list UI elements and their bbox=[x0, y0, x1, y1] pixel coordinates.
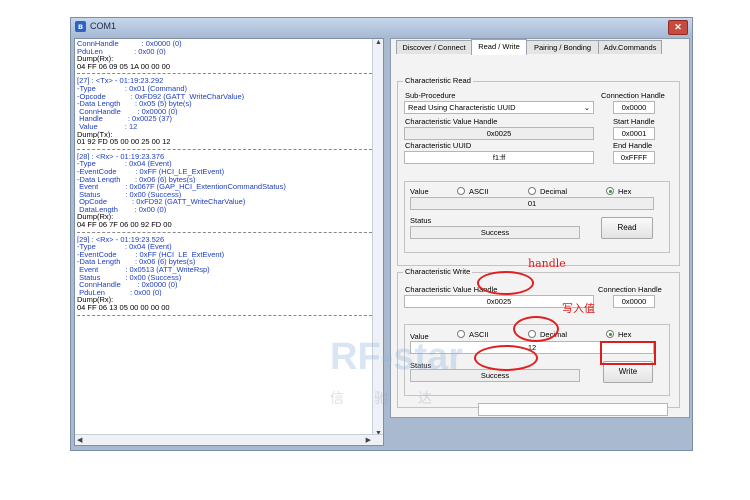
bluetooth-icon: ʙ bbox=[75, 21, 86, 32]
log-line: Value : 12 bbox=[77, 122, 138, 131]
log-line: [28] : <Rx> - 01:19:23.376 bbox=[77, 152, 165, 161]
log-line: Dump(Rx): bbox=[77, 55, 114, 63]
handle-annotation: handle bbox=[528, 257, 566, 270]
write-value-annotation: 写入值 bbox=[562, 302, 595, 315]
scroll-up-icon[interactable]: ▲ bbox=[375, 39, 382, 46]
log-line: PduLen : 0x00 (0) bbox=[77, 47, 166, 56]
sub-procedure-value: Read Using Characteristic UUID bbox=[408, 103, 516, 112]
handle-highlight-ellipse bbox=[477, 271, 534, 295]
log-line: Dump(Tx): bbox=[77, 130, 113, 139]
log-line: 01 92 FD 05 00 00 25 00 12 bbox=[77, 138, 171, 146]
log-line: Dump(Rx): bbox=[77, 296, 114, 304]
log-line: OpCode : 0xFD92 (GATT_WriteCharValue) bbox=[77, 198, 246, 206]
write-hex-radio[interactable] bbox=[606, 330, 614, 338]
read-status-label: Status bbox=[410, 216, 432, 225]
tab-pairing-bonding[interactable]: Pairing / Bonding bbox=[526, 40, 599, 54]
read-hex-radio[interactable] bbox=[606, 187, 614, 195]
log-line: -Data Length : 0x06 (6) bytes(s) bbox=[77, 258, 196, 267]
start-handle-label: Start Handle bbox=[613, 117, 655, 126]
value-highlight-ellipse bbox=[513, 316, 559, 342]
status-highlight-ellipse bbox=[474, 345, 538, 371]
log-line: -Type : 0x01 (Command) bbox=[77, 84, 188, 93]
end-handle-input[interactable]: 0xFFFF bbox=[613, 151, 655, 164]
log-line: Handle : 0x0025 (37) bbox=[77, 115, 173, 123]
sub-procedure-select[interactable]: Read Using Characteristic UUID ⌄ bbox=[404, 101, 594, 114]
log-line: Event : 0x067F (GAP_HCI_ExtentionCommand… bbox=[77, 183, 286, 191]
write-group-title: Characteristic Write bbox=[403, 267, 473, 276]
log-line bbox=[77, 314, 372, 316]
log-line: PduLen : 0x00 (0) bbox=[77, 288, 162, 297]
log-line bbox=[77, 73, 372, 75]
end-handle-label: End Handle bbox=[613, 141, 653, 150]
read-button[interactable]: Read bbox=[601, 217, 653, 239]
write-hex-label: Hex bbox=[618, 330, 632, 339]
log-line: -Opcode : 0xFD92 (GATT_WriteCharValue) bbox=[77, 92, 245, 101]
uuid-label: Characteristic UUID bbox=[405, 141, 472, 150]
write-ascii-label: ASCII bbox=[469, 330, 489, 339]
read-hex-label: Hex bbox=[618, 187, 632, 196]
horizontal-scrollbar[interactable]: ◀ ▶ bbox=[75, 434, 383, 445]
com1-window: ʙ COM1 ✕ ConnHandle : 0x0000 (0) PduLen :… bbox=[70, 17, 693, 451]
read-conn-handle-input[interactable]: 0x0000 bbox=[613, 101, 655, 114]
window-title: COM1 bbox=[90, 21, 117, 31]
log-line: -Type : 0x04 (Event) bbox=[77, 243, 172, 251]
write-conn-handle-input[interactable]: 0x0000 bbox=[613, 295, 655, 308]
log-line: 04 FF 06 7F 06 00 92 FD 00 bbox=[77, 221, 172, 229]
log-line: 04 FF 06 09 05 1A 00 00 00 bbox=[77, 62, 170, 71]
watermark-chinese: 信驰达 bbox=[330, 390, 462, 406]
log-line: ConnHandle : 0x0000 (0) bbox=[77, 107, 178, 116]
log-pane[interactable]: ConnHandle : 0x0000 (0) PduLen : 0x00 (0)… bbox=[74, 38, 384, 446]
log-line bbox=[77, 148, 372, 150]
tab-read-write[interactable]: Read / Write bbox=[471, 39, 527, 55]
bottom-status-field bbox=[478, 403, 668, 416]
sub-procedure-label: Sub-Procedure bbox=[405, 91, 456, 100]
read-status-output: Success bbox=[410, 226, 580, 239]
log-line: Event : 0x0513 (ATT_WriteRsp) bbox=[77, 266, 210, 274]
log-line: Status : 0x00 (Success) bbox=[77, 273, 182, 282]
read-group-title: Characteristic Read bbox=[403, 76, 473, 85]
title-bar: ʙ COM1 ✕ bbox=[71, 18, 692, 36]
log-text: ConnHandle : 0x0000 (0) PduLen : 0x00 (0)… bbox=[77, 40, 372, 319]
tab-discover-connect[interactable]: Discover / Connect bbox=[396, 40, 472, 54]
write-button-highlight bbox=[600, 341, 656, 365]
scroll-left-icon[interactable]: ◀ bbox=[77, 436, 82, 444]
close-button[interactable]: ✕ bbox=[668, 20, 688, 35]
log-line: [29] : <Rx> - 01:19:23.526 bbox=[77, 235, 165, 244]
uuid-input[interactable]: f1:ff bbox=[404, 151, 594, 164]
log-line: -Data Length : 0x06 (6) bytes(s) bbox=[77, 175, 196, 184]
write-conn-handle-label: Connection Handle bbox=[598, 285, 662, 294]
log-line: DataLength : 0x00 (0) bbox=[77, 205, 167, 214]
start-handle-input[interactable]: 0x0001 bbox=[613, 127, 655, 140]
log-line: Status : 0x00 (Success) bbox=[77, 190, 182, 199]
read-ascii-radio[interactable] bbox=[457, 187, 465, 195]
read-value-label: Value bbox=[410, 187, 429, 196]
log-line: ConnHandle : 0x0000 (0) bbox=[77, 40, 182, 48]
read-conn-handle-label: Connection Handle bbox=[601, 91, 665, 100]
read-value-output: 01 bbox=[410, 197, 654, 210]
log-line: -EventCode : 0xFF (HCI_LE_ExtEvent) bbox=[77, 250, 225, 259]
tab-adv-commands[interactable]: Adv.Commands bbox=[598, 40, 662, 54]
watermark-text: RF-star bbox=[330, 336, 464, 378]
log-line: 04 FF 06 13 05 00 00 00 00 bbox=[77, 304, 170, 312]
read-decimal-label: Decimal bbox=[540, 187, 568, 196]
scroll-right-icon[interactable]: ▶ bbox=[366, 436, 371, 444]
read-value-handle-label: Characteristic Value Handle bbox=[405, 117, 498, 126]
read-ascii-label: ASCII bbox=[469, 187, 489, 196]
chevron-down-icon: ⌄ bbox=[583, 103, 590, 112]
log-line: ConnHandle : 0x0000 (0) bbox=[77, 281, 178, 289]
log-line: Dump(Rx): bbox=[77, 213, 114, 222]
read-decimal-radio[interactable] bbox=[528, 187, 536, 195]
log-line: [27] : <Tx> - 01:19:23.292 bbox=[77, 77, 164, 85]
read-value-handle-input[interactable]: 0x0025 bbox=[404, 127, 594, 140]
log-line: -Data Length : 0x05 (5) byte(s) bbox=[77, 100, 192, 108]
log-line: -Type : 0x04 (Event) bbox=[77, 160, 172, 168]
log-line: -EventCode : 0xFF (HCI_LE_ExtEvent) bbox=[77, 167, 225, 176]
log-line bbox=[77, 231, 372, 233]
